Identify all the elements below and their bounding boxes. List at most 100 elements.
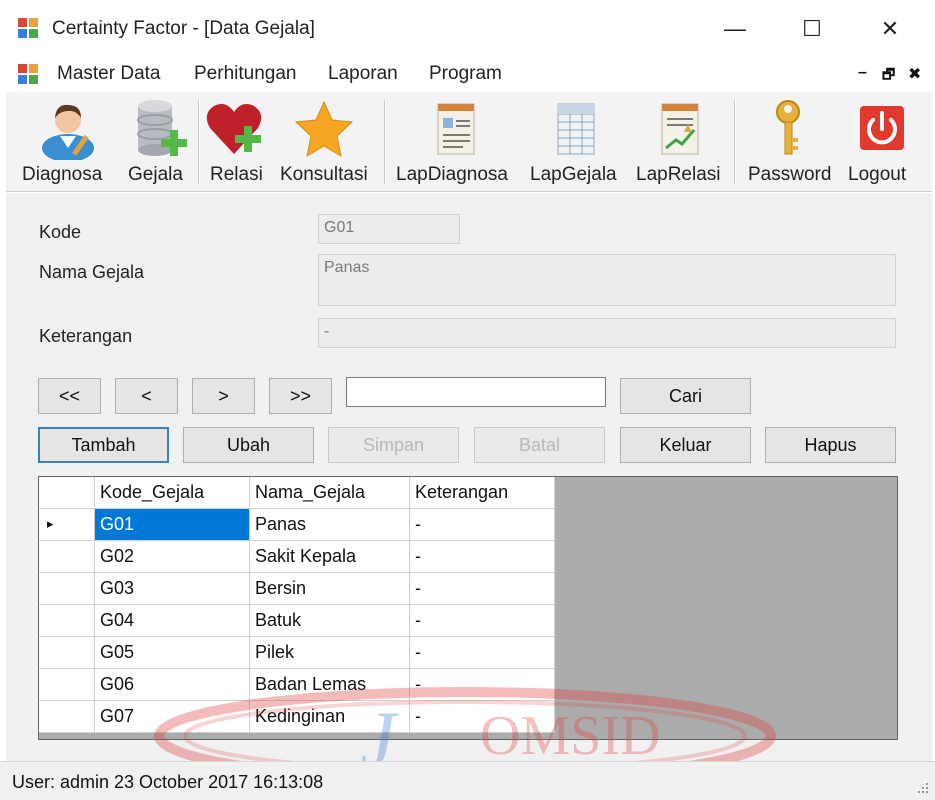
database-add-icon	[137, 100, 187, 156]
row-header[interactable]	[39, 541, 95, 573]
grid-cell-kode[interactable]: G01	[95, 509, 250, 541]
minimize-button[interactable]: —	[705, 8, 765, 50]
toolbar-separator	[198, 100, 200, 184]
grid-cell-keterangan[interactable]: -	[410, 541, 555, 573]
mdi-child-icon	[18, 64, 38, 84]
keterangan-label: Keterangan	[39, 326, 133, 346]
simpan-button[interactable]: Simpan	[328, 427, 459, 463]
close-button[interactable]: ✕	[860, 8, 920, 50]
column-header-nama-gejala[interactable]: Nama_Gejala	[250, 477, 410, 509]
grid-cell-keterangan[interactable]: -	[410, 605, 555, 637]
mdi-restore-button[interactable]: 🗗	[882, 64, 895, 88]
menu-bar: Master Data Perhitungan Laporan Program …	[0, 56, 935, 92]
toolbar-password-label: Password	[748, 164, 832, 185]
toolbar-separator	[384, 100, 386, 184]
grid-cell-nama[interactable]: Kedinginan	[250, 701, 410, 733]
keluar-button[interactable]: Keluar	[620, 427, 751, 463]
nama-gejala-field[interactable]: Panas	[318, 254, 896, 306]
search-input[interactable]	[346, 377, 606, 407]
last-record-button[interactable]: >>	[269, 378, 332, 414]
grid-cell-nama[interactable]: Pilek	[250, 637, 410, 669]
toolbar-laprelasi-button[interactable]: LapRelasi	[634, 92, 728, 192]
grid-cell-keterangan[interactable]: -	[410, 573, 555, 605]
grid-cell-kode[interactable]: G05	[95, 637, 250, 669]
grid-cell-keterangan[interactable]: -	[410, 669, 555, 701]
title-bar: Certainty Factor - [Data Gejala] — ☐ ✕	[0, 0, 935, 56]
doctor-icon	[42, 104, 94, 160]
row-header[interactable]	[39, 669, 95, 701]
toolbar-diagnosa-button[interactable]: Diagnosa	[22, 92, 112, 192]
first-record-button[interactable]: <<	[38, 378, 101, 414]
kode-label: Kode	[39, 222, 82, 242]
heart-add-icon	[206, 104, 262, 154]
batal-button[interactable]: Batal	[474, 427, 605, 463]
toolbar-logout-label: Logout	[848, 164, 907, 185]
row-header[interactable]	[39, 637, 95, 669]
prev-record-button[interactable]: <	[115, 378, 178, 414]
tambah-button[interactable]: Tambah	[38, 427, 169, 463]
status-bar: User: admin 23 October 2017 16:13:08	[0, 761, 935, 800]
grid-cell-nama[interactable]: Batuk	[250, 605, 410, 637]
grid-cell-keterangan[interactable]: -	[410, 637, 555, 669]
grid-cell-nama[interactable]: Bersin	[250, 573, 410, 605]
mdi-minimize-button[interactable]: –	[858, 64, 867, 82]
grid-cell-nama[interactable]: Badan Lemas	[250, 669, 410, 701]
toolbar-lapdiagnosa-button[interactable]: LapDiagnosa	[394, 92, 518, 192]
toolbar-lapgejala-button[interactable]: LapGejala	[528, 92, 624, 192]
row-header[interactable]	[39, 701, 95, 733]
toolbar-relasi-button[interactable]: Relasi	[204, 92, 270, 192]
window-title: Certainty Factor - [Data Gejala]	[52, 18, 315, 39]
nama-gejala-label: Nama Gejala	[39, 262, 145, 282]
mdi-close-button[interactable]: ✖	[908, 64, 921, 84]
toolbar-password-button[interactable]: Password	[744, 92, 836, 192]
grid-cell-nama[interactable]: Sakit Kepala	[250, 541, 410, 573]
row-header[interactable]	[39, 573, 95, 605]
toolbar-lapgejala-label: LapGejala	[530, 164, 617, 185]
column-header-keterangan[interactable]: Keterangan	[410, 477, 555, 509]
toolbar-separator	[734, 100, 736, 184]
grid-cell-keterangan[interactable]: -	[410, 509, 555, 541]
star-icon	[294, 100, 354, 157]
resize-grip-icon[interactable]	[915, 780, 929, 794]
report-icon	[437, 103, 475, 155]
toolbar-lapdiagnosa-label: LapDiagnosa	[396, 164, 508, 185]
toolbar-konsultasi-button[interactable]: Konsultasi	[278, 92, 378, 192]
toolbar-relasi-label: Relasi	[210, 164, 263, 185]
power-icon	[860, 106, 904, 150]
hapus-button[interactable]: Hapus	[765, 427, 896, 463]
toolbar-konsultasi-label: Konsultasi	[280, 164, 368, 185]
toolbar-logout-button[interactable]: Logout	[844, 92, 924, 192]
toolbar-diagnosa-label: Diagnosa	[22, 164, 103, 185]
ubah-button[interactable]: Ubah	[183, 427, 314, 463]
spreadsheet-report-icon	[557, 103, 595, 155]
maximize-button[interactable]: ☐	[782, 8, 842, 50]
kode-field[interactable]: G01	[318, 214, 460, 244]
next-record-button[interactable]: >	[192, 378, 255, 414]
menu-program[interactable]: Program	[429, 63, 502, 85]
toolbar-gejala-button[interactable]: Gejala	[126, 92, 190, 192]
row-header-current[interactable]: ▸	[39, 509, 95, 541]
grid-cell-nama[interactable]: Panas	[250, 509, 410, 541]
cari-button[interactable]: Cari	[620, 378, 751, 414]
grid-corner-header	[39, 477, 95, 509]
grid-cell-kode[interactable]: G02	[95, 541, 250, 573]
grid-cell-kode[interactable]: G06	[95, 669, 250, 701]
status-text: User: admin 23 October 2017 16:13:08	[12, 772, 324, 792]
grid-cell-keterangan[interactable]: -	[410, 701, 555, 733]
app-icon	[18, 18, 38, 38]
toolbar-gejala-label: Gejala	[128, 164, 183, 185]
grid-cell-kode[interactable]: G07	[95, 701, 250, 733]
grid-cell-kode[interactable]: G03	[95, 573, 250, 605]
grid-cell-kode[interactable]: G04	[95, 605, 250, 637]
toolbar-laprelasi-label: LapRelasi	[636, 164, 721, 185]
menu-master-data[interactable]: Master Data	[57, 63, 160, 85]
menu-perhitungan[interactable]: Perhitungan	[194, 63, 296, 85]
menu-laporan[interactable]: Laporan	[328, 63, 398, 85]
gejala-data-grid[interactable]: Kode_Gejala Nama_Gejala Keterangan ▸ G01…	[38, 476, 898, 740]
column-header-kode-gejala[interactable]: Kode_Gejala	[95, 477, 250, 509]
row-header[interactable]	[39, 605, 95, 637]
keterangan-field[interactable]: -	[318, 318, 896, 348]
key-icon	[776, 100, 800, 155]
chart-report-icon	[661, 103, 699, 155]
toolbar: Diagnosa Gejala Relasi Konsultasi LapDia…	[6, 92, 932, 192]
